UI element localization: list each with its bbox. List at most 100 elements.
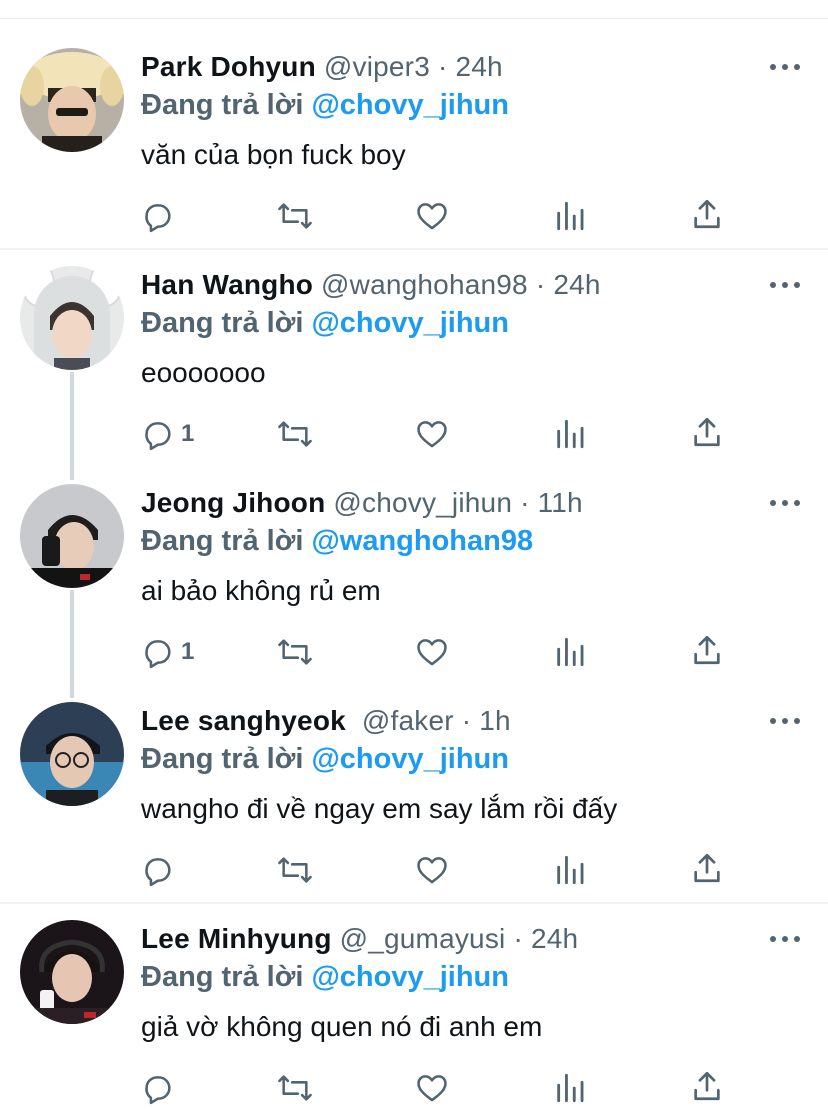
handle[interactable]: @wanghohan98 (321, 269, 528, 300)
like-icon (417, 857, 447, 884)
replying-to-label: Đang trả lời (141, 307, 304, 339)
reply-count: 1 (181, 420, 195, 447)
timestamp[interactable]: 24h (531, 923, 578, 954)
share-button[interactable] (690, 1069, 724, 1103)
analytics-button[interactable] (554, 853, 586, 887)
tweet-text: ai bảo không rủ em (141, 575, 381, 606)
reply-count: 1 (181, 638, 195, 665)
share-button[interactable] (690, 851, 724, 885)
timestamp[interactable]: 1h (479, 705, 511, 736)
reply-icon (145, 1076, 171, 1105)
avatar[interactable] (20, 266, 124, 370)
tweet[interactable]: Park Dohyun @viper3 · 24h Đang trả lời @… (0, 0, 828, 250)
mention-link[interactable]: @chovy_jihun (311, 961, 508, 993)
analytics-icon (557, 419, 584, 449)
retweet-button[interactable] (276, 1071, 314, 1105)
tweet-header: Han Wangho @wanghohan98 · 24h (141, 268, 601, 302)
retweet-icon (278, 857, 312, 883)
tweet[interactable]: Han Wangho @wanghohan98 · 24h Đang trả l… (0, 250, 828, 468)
retweet-icon (278, 639, 312, 665)
share-button[interactable] (690, 415, 724, 449)
tweet[interactable]: Lee sanghyeok @faker · 1h Đang trả lời @… (0, 686, 828, 904)
separator-dot: · (437, 51, 448, 82)
handle[interactable]: @viper3 (324, 51, 430, 82)
tweet[interactable]: Jeong Jihoon @chovy_jihun · 11h Đang trả… (0, 468, 828, 686)
mention-link[interactable]: @chovy_jihun (311, 89, 508, 121)
reply-button[interactable] (141, 1071, 181, 1105)
share-button[interactable] (690, 633, 724, 667)
more-icon[interactable] (770, 929, 800, 949)
share-icon (694, 635, 720, 665)
analytics-button[interactable] (554, 1071, 586, 1105)
like-icon (417, 639, 447, 666)
tweet-header: Jeong Jihoon @chovy_jihun · 11h (141, 486, 583, 520)
like-button[interactable] (415, 417, 449, 451)
reply-icon (145, 640, 171, 669)
avatar[interactable] (20, 484, 124, 588)
mention-link[interactable]: @wanghohan98 (311, 525, 533, 557)
analytics-icon (557, 637, 584, 667)
share-icon (694, 417, 720, 447)
reply-icon (145, 422, 171, 451)
replying-to-label: Đang trả lời (141, 743, 304, 775)
analytics-button[interactable] (554, 417, 586, 451)
timestamp[interactable]: 24h (553, 269, 600, 300)
mention-link[interactable]: @chovy_jihun (311, 307, 508, 339)
retweet-icon (278, 421, 312, 447)
separator-dot: · (461, 705, 472, 736)
more-icon[interactable] (770, 57, 800, 77)
replying-to-label: Đang trả lời (141, 525, 304, 557)
retweet-button[interactable] (276, 853, 314, 887)
handle[interactable]: @faker (362, 705, 454, 736)
analytics-button[interactable] (554, 199, 586, 233)
mention-link[interactable]: @chovy_jihun (311, 743, 508, 775)
like-icon (417, 203, 447, 230)
handle[interactable]: @chovy_jihun (333, 487, 512, 518)
retweet-icon (278, 1075, 312, 1101)
display-name[interactable]: Lee Minhyung (141, 923, 332, 954)
more-icon[interactable] (770, 493, 800, 513)
display-name[interactable]: Han Wangho (141, 269, 313, 300)
retweet-icon (278, 203, 312, 229)
separator-dot: · (520, 487, 530, 518)
replying-to-label: Đang trả lời (141, 89, 304, 121)
share-button[interactable] (690, 197, 724, 231)
display-name[interactable]: Jeong Jihoon (141, 487, 325, 518)
like-button[interactable] (415, 635, 449, 669)
tweet-text: wangho đi về ngay em say lắm rồi đấy (141, 793, 618, 824)
analytics-button[interactable] (554, 635, 586, 669)
share-icon (694, 199, 720, 229)
reply-button[interactable] (141, 853, 181, 887)
replying-to-label: Đang trả lời (141, 961, 304, 993)
retweet-button[interactable] (276, 635, 314, 669)
reply-icon (145, 858, 171, 887)
like-button[interactable] (415, 853, 449, 887)
replying-to: Đang trả lời @chovy_jihun (141, 960, 509, 994)
more-icon[interactable] (770, 275, 800, 295)
tweet-text: văn của bọn fuck boy (141, 139, 406, 170)
reply-button[interactable]: 1 (141, 635, 194, 669)
timestamp[interactable]: 11h (538, 487, 583, 518)
analytics-icon (557, 855, 584, 885)
reply-button[interactable]: 1 (141, 417, 194, 451)
share-icon (694, 853, 720, 883)
avatar[interactable] (20, 48, 124, 152)
handle[interactable]: @_gumayusi (340, 923, 506, 954)
like-button[interactable] (415, 1071, 449, 1105)
display-name[interactable]: Lee sanghyeok (141, 705, 346, 736)
reply-button[interactable] (141, 199, 181, 233)
display-name[interactable]: Park Dohyun (141, 51, 316, 82)
tweet-text: giả vờ không quen nó đi anh em (141, 1011, 543, 1042)
separator-dot: · (535, 269, 546, 300)
avatar[interactable] (20, 702, 124, 806)
analytics-icon (557, 1073, 584, 1103)
retweet-button[interactable] (276, 199, 314, 233)
more-icon[interactable] (770, 711, 800, 731)
replying-to: Đang trả lời @wanghohan98 (141, 524, 533, 558)
like-button[interactable] (415, 199, 449, 233)
retweet-button[interactable] (276, 417, 314, 451)
tweet-text: eooooooo (141, 357, 266, 388)
timestamp[interactable]: 24h (455, 51, 502, 82)
avatar[interactable] (20, 920, 124, 1024)
tweet[interactable]: Lee Minhyung @_gumayusi · 24h Đang trả l… (0, 904, 828, 1110)
